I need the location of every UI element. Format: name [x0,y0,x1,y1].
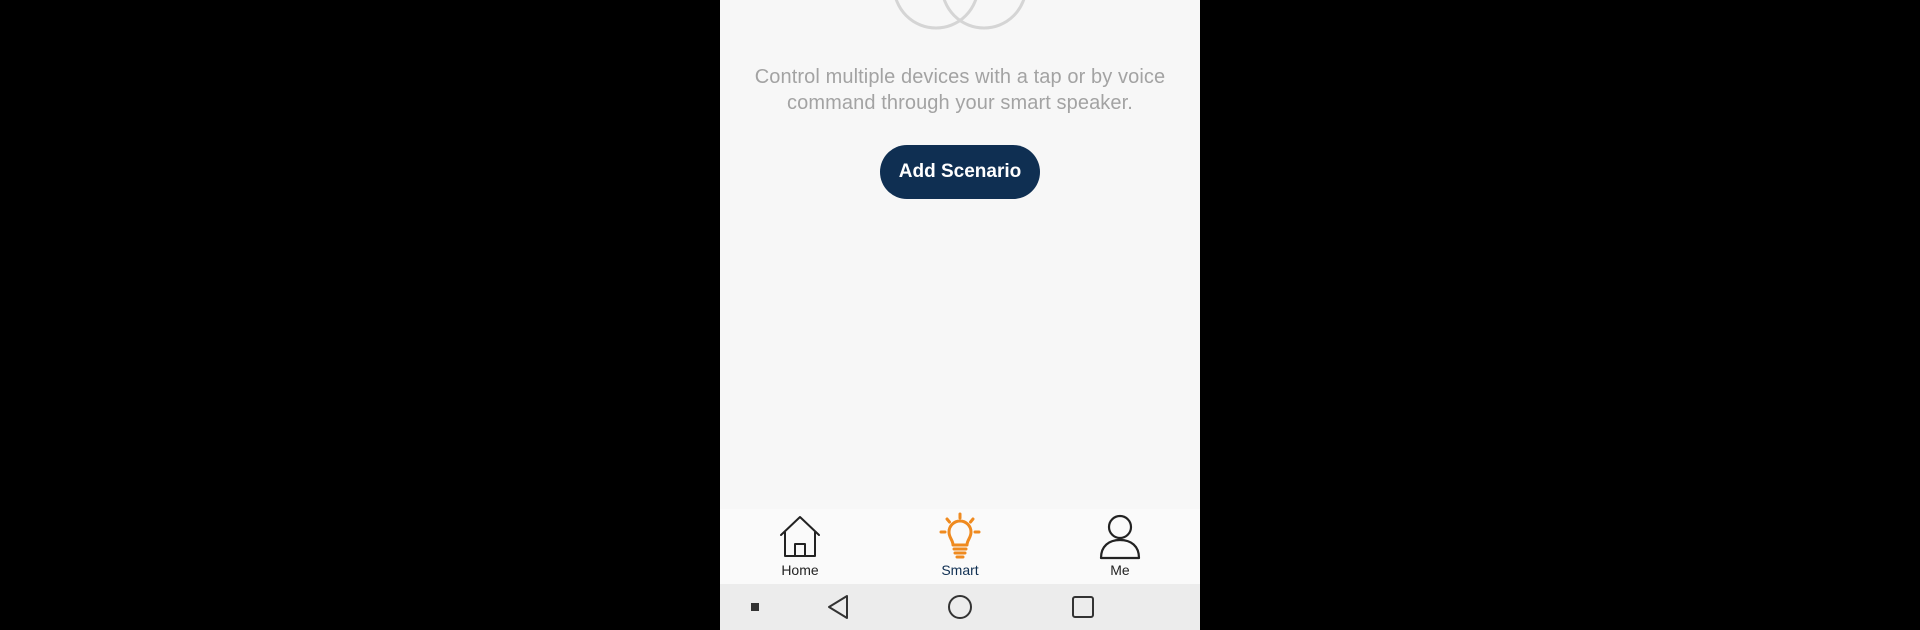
menu-dot-icon [751,603,759,611]
tab-me[interactable]: Me [1040,509,1200,584]
tab-me-label: Me [1110,562,1130,578]
home-icon [780,516,820,557]
add-scenario-button[interactable]: Add Scenario [880,145,1040,199]
nav-recents-button[interactable] [1066,590,1100,624]
nav-home-button[interactable] [943,590,977,624]
tab-home-label: Home [781,562,819,578]
home-circle-icon [948,595,972,619]
empty-state-message: Control multiple devices with a tap or b… [750,64,1170,116]
system-navigation-bar [720,584,1200,630]
empty-state-line-2: command through your smart speaker. [787,92,1133,114]
person-icon [1099,514,1141,560]
tab-home[interactable]: Home [720,509,880,584]
bottom-tab-bar: Home Smart Me [720,509,1200,584]
tab-smart[interactable]: Smart [880,509,1040,584]
recents-square-icon [1072,596,1094,618]
nav-menu-button[interactable] [738,590,772,624]
app-screen: Control multiple devices with a tap or b… [720,0,1200,630]
tab-smart-label: Smart [941,562,979,578]
nav-back-button[interactable] [821,590,855,624]
back-triangle-icon [828,595,848,619]
scenario-illustration-icon [894,0,1026,30]
lightbulb-icon [939,512,981,559]
empty-state-line-1: Control multiple devices with a tap or b… [754,66,1166,88]
